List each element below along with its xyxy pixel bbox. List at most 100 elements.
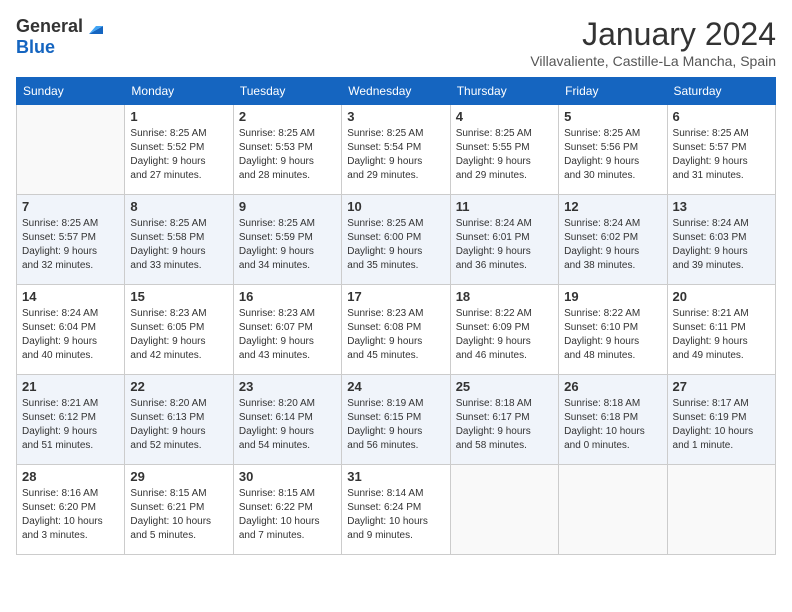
day-number: 19 <box>564 289 661 304</box>
day-number: 1 <box>130 109 227 124</box>
day-number: 20 <box>673 289 770 304</box>
day-of-week-header: Sunday <box>17 78 125 105</box>
day-info: Sunrise: 8:25 AM Sunset: 5:53 PM Dayligh… <box>239 127 336 183</box>
calendar-day-cell: 29Sunrise: 8:15 AM Sunset: 6:21 PM Dayli… <box>125 465 233 555</box>
calendar-day-cell: 24 Sunrise: 8:19 AM Sunset: 6:15 PM Dayli… <box>342 375 450 465</box>
day-info: Sunrise: 8:24 AM Sunset: 6:03 PM Dayligh… <box>673 217 770 273</box>
calendar-day-cell: 15Sunrise: 8:23 AM Sunset: 6:05 PM Dayli… <box>125 285 233 375</box>
calendar-day-cell: 2 Sunrise: 8:25 AM Sunset: 5:53 PM Daylig… <box>233 105 341 195</box>
calendar-day-cell: 16 Sunrise: 8:23 AM Sunset: 6:07 PM Dayli… <box>233 285 341 375</box>
day-info: Sunrise: 8:21 AM Sunset: 6:12 PM Dayligh… <box>22 397 119 453</box>
page-header: General Blue January 2024 Villavaliente,… <box>16 16 776 69</box>
calendar-day-cell: 25 Sunrise: 8:18 AM Sunset: 6:17 PM Dayli… <box>450 375 558 465</box>
day-info: Sunrise: 8:25 AM Sunset: 5:56 PM Dayligh… <box>564 127 661 183</box>
day-number: 25 <box>456 379 553 394</box>
day-number: 22 <box>130 379 227 394</box>
calendar-day-cell: 3 Sunrise: 8:25 AM Sunset: 5:54 PM Daylig… <box>342 105 450 195</box>
logo: General Blue <box>16 16 107 58</box>
calendar-day-cell: 7 Sunrise: 8:25 AM Sunset: 5:57 PM Daylig… <box>17 195 125 285</box>
calendar-day-cell: 5Sunrise: 8:25 AM Sunset: 5:56 PM Daylig… <box>559 105 667 195</box>
day-number: 11 <box>456 199 553 214</box>
day-of-week-header: Friday <box>559 78 667 105</box>
calendar-week-row: 7 Sunrise: 8:25 AM Sunset: 5:57 PM Daylig… <box>17 195 776 285</box>
day-of-week-header: Thursday <box>450 78 558 105</box>
calendar-day-cell: 1Sunrise: 8:25 AM Sunset: 5:52 PM Daylig… <box>125 105 233 195</box>
calendar-day-cell <box>450 465 558 555</box>
day-info: Sunrise: 8:25 AM Sunset: 5:54 PM Dayligh… <box>347 127 444 183</box>
day-number: 9 <box>239 199 336 214</box>
day-info: Sunrise: 8:15 AM Sunset: 6:22 PM Dayligh… <box>239 487 336 543</box>
calendar-day-cell: 10 Sunrise: 8:25 AM Sunset: 6:00 PM Dayli… <box>342 195 450 285</box>
calendar-day-cell: 6 Sunrise: 8:25 AM Sunset: 5:57 PM Daylig… <box>667 105 775 195</box>
day-number: 2 <box>239 109 336 124</box>
day-info: Sunrise: 8:18 AM Sunset: 6:18 PM Dayligh… <box>564 397 661 453</box>
day-info: Sunrise: 8:24 AM Sunset: 6:02 PM Dayligh… <box>564 217 661 273</box>
day-number: 10 <box>347 199 444 214</box>
day-number: 15 <box>130 289 227 304</box>
day-number: 23 <box>239 379 336 394</box>
day-number: 27 <box>673 379 770 394</box>
calendar-day-cell: 21 Sunrise: 8:21 AM Sunset: 6:12 PM Dayli… <box>17 375 125 465</box>
calendar-day-cell: 22Sunrise: 8:20 AM Sunset: 6:13 PM Dayli… <box>125 375 233 465</box>
calendar-day-cell: 27 Sunrise: 8:17 AM Sunset: 6:19 PM Dayli… <box>667 375 775 465</box>
day-info: Sunrise: 8:16 AM Sunset: 6:20 PM Dayligh… <box>22 487 119 543</box>
day-info: Sunrise: 8:24 AM Sunset: 6:01 PM Dayligh… <box>456 217 553 273</box>
day-of-week-header: Wednesday <box>342 78 450 105</box>
logo-blue-text: Blue <box>16 38 107 58</box>
calendar-day-cell: 9 Sunrise: 8:25 AM Sunset: 5:59 PM Daylig… <box>233 195 341 285</box>
calendar-day-cell <box>667 465 775 555</box>
day-info: Sunrise: 8:15 AM Sunset: 6:21 PM Dayligh… <box>130 487 227 543</box>
day-number: 6 <box>673 109 770 124</box>
calendar-table: SundayMondayTuesdayWednesdayThursdayFrid… <box>16 77 776 555</box>
day-number: 8 <box>130 199 227 214</box>
day-number: 21 <box>22 379 119 394</box>
day-number: 4 <box>456 109 553 124</box>
day-of-week-header: Monday <box>125 78 233 105</box>
calendar-week-row: 1Sunrise: 8:25 AM Sunset: 5:52 PM Daylig… <box>17 105 776 195</box>
day-number: 14 <box>22 289 119 304</box>
calendar-week-row: 28 Sunrise: 8:16 AM Sunset: 6:20 PM Dayli… <box>17 465 776 555</box>
calendar-day-cell: 4Sunrise: 8:25 AM Sunset: 5:55 PM Daylig… <box>450 105 558 195</box>
calendar-week-row: 14 Sunrise: 8:24 AM Sunset: 6:04 PM Dayli… <box>17 285 776 375</box>
day-number: 28 <box>22 469 119 484</box>
calendar-day-cell: 19 Sunrise: 8:22 AM Sunset: 6:10 PM Dayli… <box>559 285 667 375</box>
day-info: Sunrise: 8:17 AM Sunset: 6:19 PM Dayligh… <box>673 397 770 453</box>
calendar-day-cell <box>559 465 667 555</box>
day-info: Sunrise: 8:25 AM Sunset: 5:59 PM Dayligh… <box>239 217 336 273</box>
calendar-day-cell: 30Sunrise: 8:15 AM Sunset: 6:22 PM Dayli… <box>233 465 341 555</box>
day-number: 24 <box>347 379 444 394</box>
calendar-day-cell: 20 Sunrise: 8:21 AM Sunset: 6:11 PM Dayli… <box>667 285 775 375</box>
calendar-day-cell: 17Sunrise: 8:23 AM Sunset: 6:08 PM Dayli… <box>342 285 450 375</box>
calendar-day-cell: 11 Sunrise: 8:24 AM Sunset: 6:01 PM Dayli… <box>450 195 558 285</box>
day-number: 7 <box>22 199 119 214</box>
calendar-day-cell: 26 Sunrise: 8:18 AM Sunset: 6:18 PM Dayli… <box>559 375 667 465</box>
calendar-week-row: 21 Sunrise: 8:21 AM Sunset: 6:12 PM Dayli… <box>17 375 776 465</box>
day-info: Sunrise: 8:25 AM Sunset: 5:57 PM Dayligh… <box>673 127 770 183</box>
day-number: 26 <box>564 379 661 394</box>
day-info: Sunrise: 8:22 AM Sunset: 6:09 PM Dayligh… <box>456 307 553 363</box>
day-number: 31 <box>347 469 444 484</box>
day-of-week-header: Saturday <box>667 78 775 105</box>
title-block: January 2024 Villavaliente, Castille-La … <box>530 16 776 69</box>
calendar-day-cell <box>17 105 125 195</box>
day-info: Sunrise: 8:23 AM Sunset: 6:07 PM Dayligh… <box>239 307 336 363</box>
calendar-day-cell: 28 Sunrise: 8:16 AM Sunset: 6:20 PM Dayli… <box>17 465 125 555</box>
day-info: Sunrise: 8:21 AM Sunset: 6:11 PM Dayligh… <box>673 307 770 363</box>
day-info: Sunrise: 8:18 AM Sunset: 6:17 PM Dayligh… <box>456 397 553 453</box>
day-info: Sunrise: 8:25 AM Sunset: 6:00 PM Dayligh… <box>347 217 444 273</box>
day-info: Sunrise: 8:23 AM Sunset: 6:08 PM Dayligh… <box>347 307 444 363</box>
day-number: 13 <box>673 199 770 214</box>
day-number: 18 <box>456 289 553 304</box>
day-info: Sunrise: 8:24 AM Sunset: 6:04 PM Dayligh… <box>22 307 119 363</box>
day-info: Sunrise: 8:25 AM Sunset: 5:57 PM Dayligh… <box>22 217 119 273</box>
day-info: Sunrise: 8:22 AM Sunset: 6:10 PM Dayligh… <box>564 307 661 363</box>
day-info: Sunrise: 8:19 AM Sunset: 6:15 PM Dayligh… <box>347 397 444 453</box>
day-number: 3 <box>347 109 444 124</box>
month-title: January 2024 <box>530 16 776 53</box>
day-info: Sunrise: 8:25 AM Sunset: 5:58 PM Dayligh… <box>130 217 227 273</box>
day-number: 16 <box>239 289 336 304</box>
calendar-day-cell: 31 Sunrise: 8:14 AM Sunset: 6:24 PM Dayli… <box>342 465 450 555</box>
calendar-day-cell: 8 Sunrise: 8:25 AM Sunset: 5:58 PM Daylig… <box>125 195 233 285</box>
day-info: Sunrise: 8:14 AM Sunset: 6:24 PM Dayligh… <box>347 487 444 543</box>
logo-general-text: General <box>16 17 83 37</box>
